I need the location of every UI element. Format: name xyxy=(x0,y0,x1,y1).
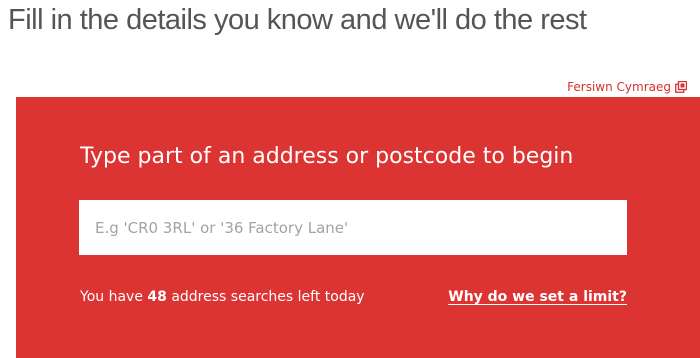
search-quota-text: You have 48 address searches left today xyxy=(80,289,365,305)
search-prompt: Type part of an address or postcode to b… xyxy=(80,144,574,169)
why-limit-link[interactable]: Why do we set a limit? xyxy=(448,289,627,305)
page-title: Fill in the details you know and we'll d… xyxy=(8,4,587,36)
address-search-panel: Type part of an address or postcode to b… xyxy=(16,97,700,358)
quota-prefix: You have xyxy=(80,289,143,305)
welsh-version-link[interactable]: Fersiwn Cymraeg xyxy=(567,80,687,94)
quota-suffix: address searches left today xyxy=(171,289,365,305)
external-link-icon xyxy=(675,81,687,93)
welsh-version-label: Fersiwn Cymraeg xyxy=(567,80,671,94)
address-search-input[interactable] xyxy=(79,200,627,255)
quota-count: 48 xyxy=(147,289,167,305)
